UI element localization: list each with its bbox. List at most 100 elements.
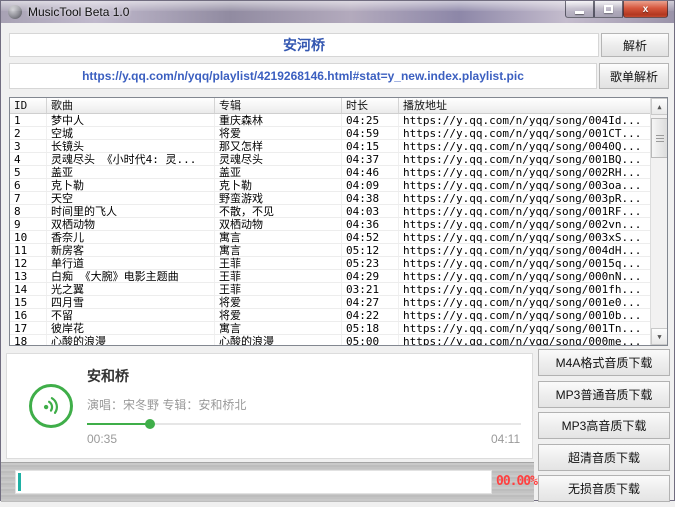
table-row[interactable]: 12 单行道 王菲 05:23 https://y.qq.com/n/yqq/s… <box>10 257 667 270</box>
table-row[interactable]: 8 时间里的飞人 不散，不见 04:03 https://y.qq.com/n/… <box>10 205 667 218</box>
cell-url: https://y.qq.com/n/yqq/song/001e0... <box>399 296 667 308</box>
table-row[interactable]: 5 盖亚 盖亚 04:46 https://y.qq.com/n/yqq/son… <box>10 166 667 179</box>
playlist-url-input[interactable] <box>9 63 597 89</box>
cell-url: https://y.qq.com/n/yqq/song/001Tn... <box>399 322 667 334</box>
cell-id: 5 <box>10 166 47 178</box>
cell-duration: 04:38 <box>342 192 399 204</box>
cell-album: 寓言 <box>215 244 342 256</box>
cell-url: https://y.qq.com/n/yqq/song/0010b... <box>399 309 667 321</box>
cell-song: 天空 <box>47 192 215 204</box>
cell-album: 克卜勒 <box>215 179 342 191</box>
cell-url: https://y.qq.com/n/yqq/song/001RF... <box>399 205 667 217</box>
download-button-0[interactable]: M4A格式音质下载 <box>538 349 670 376</box>
cell-duration: 04:15 <box>342 140 399 152</box>
cell-album: 那又怎样 <box>215 140 342 152</box>
maximize-button[interactable] <box>594 1 623 18</box>
cell-duration: 04:59 <box>342 127 399 139</box>
cell-url: https://y.qq.com/n/yqq/song/002vn... <box>399 218 667 230</box>
table-row[interactable]: 13 白痴 《大腕》电影主题曲 王菲 04:29 https://y.qq.co… <box>10 270 667 283</box>
minimize-icon <box>575 11 584 14</box>
table-row[interactable]: 15 四月雪 将爱 04:27 https://y.qq.com/n/yqq/s… <box>10 296 667 309</box>
cell-url: https://y.qq.com/n/yqq/song/001fh... <box>399 283 667 295</box>
column-header-song[interactable]: 歌曲 <box>47 98 215 113</box>
cell-id: 4 <box>10 153 47 165</box>
cell-url: https://y.qq.com/n/yqq/song/0015q... <box>399 257 667 269</box>
cell-id: 7 <box>10 192 47 204</box>
table-header: ID 歌曲 专辑 时长 播放地址 <box>10 98 667 114</box>
cell-album: 王菲 <box>215 283 342 295</box>
cell-song: 灵魂尽头 《小时代4: 灵... <box>47 153 215 165</box>
cell-id: 11 <box>10 244 47 256</box>
cell-url: https://y.qq.com/n/yqq/song/001BQ... <box>399 153 667 165</box>
cell-album: 寓言 <box>215 322 342 334</box>
download-progress-strip: 00.00% <box>1 462 534 502</box>
download-percent-label: 00.00% <box>496 474 534 489</box>
minimize-button[interactable] <box>565 1 594 18</box>
cell-duration: 05:23 <box>342 257 399 269</box>
column-header-album[interactable]: 专辑 <box>215 98 342 113</box>
table-row[interactable]: 18 心酸的浪漫 心酸的浪漫 05:00 https://y.qq.com/n/… <box>10 335 667 346</box>
elapsed-time: 00:35 <box>87 432 117 446</box>
scrollbar-thumb[interactable] <box>651 118 668 158</box>
cell-song: 香奈儿 <box>47 231 215 243</box>
app-window: MusicTool Beta 1.0 x 解析 歌单解析 ID 歌曲 专辑 时长… <box>0 0 675 501</box>
cell-url: https://y.qq.com/n/yqq/song/004Id... <box>399 114 667 126</box>
cell-id: 3 <box>10 140 47 152</box>
table-row[interactable]: 9 双栖动物 双栖动物 04:36 https://y.qq.com/n/yqq… <box>10 218 667 231</box>
cell-duration: 05:18 <box>342 322 399 334</box>
cell-song: 长镜头 <box>47 140 215 152</box>
cell-song: 时间里的飞人 <box>47 205 215 217</box>
table-row[interactable]: 16 不留 将爱 04:22 https://y.qq.com/n/yqq/so… <box>10 309 667 322</box>
cell-album: 野蛮游戏 <box>215 192 342 204</box>
cell-url: https://y.qq.com/n/yqq/song/003oa... <box>399 179 667 191</box>
scroll-up-icon[interactable]: ▲ <box>651 98 668 115</box>
column-header-id[interactable]: ID <box>10 98 47 113</box>
playlist-parse-button[interactable]: 歌单解析 <box>599 63 669 89</box>
cell-song: 新房客 <box>47 244 215 256</box>
table-row[interactable]: 17 彼岸花 寓言 05:18 https://y.qq.com/n/yqq/s… <box>10 322 667 335</box>
table-row[interactable]: 1 梦中人 重庆森林 04:25 https://y.qq.com/n/yqq/… <box>10 114 667 127</box>
cell-id: 6 <box>10 179 47 191</box>
parse-button[interactable]: 解析 <box>601 33 669 57</box>
now-playing-title: 安和桥 <box>87 366 129 386</box>
cell-duration: 04:09 <box>342 179 399 191</box>
table-row[interactable]: 10 香奈儿 寓言 04:52 https://y.qq.com/n/yqq/s… <box>10 231 667 244</box>
table-row[interactable]: 14 光之翼 王菲 03:21 https://y.qq.com/n/yqq/s… <box>10 283 667 296</box>
download-button-1[interactable]: MP3普通音质下载 <box>538 381 670 408</box>
close-icon: x <box>643 4 649 15</box>
table-row[interactable]: 3 长镜头 那又怎样 04:15 https://y.qq.com/n/yqq/… <box>10 140 667 153</box>
cell-id: 16 <box>10 309 47 321</box>
download-button-4[interactable]: 无损音质下载 <box>538 475 670 502</box>
table-row[interactable]: 11 新房客 寓言 05:12 https://y.qq.com/n/yqq/s… <box>10 244 667 257</box>
song-search-input[interactable] <box>9 33 599 57</box>
table-row[interactable]: 2 空城 将爱 04:59 https://y.qq.com/n/yqq/son… <box>10 127 667 140</box>
cell-id: 13 <box>10 270 47 282</box>
column-header-url[interactable]: 播放地址 <box>399 98 667 113</box>
table-scrollbar[interactable]: ▲ ▼ <box>650 98 667 345</box>
download-button-2[interactable]: MP3高音质下载 <box>538 412 670 439</box>
table-row[interactable]: 7 天空 野蛮游戏 04:38 https://y.qq.com/n/yqq/s… <box>10 192 667 205</box>
cell-song: 盖亚 <box>47 166 215 178</box>
table-row[interactable]: 6 克卜勒 克卜勒 04:09 https://y.qq.com/n/yqq/s… <box>10 179 667 192</box>
title-bar: MusicTool Beta 1.0 x <box>1 1 674 23</box>
cell-id: 17 <box>10 322 47 334</box>
cell-url: https://y.qq.com/n/yqq/song/004dH... <box>399 244 667 256</box>
cell-album: 将爱 <box>215 127 342 139</box>
cell-song: 彼岸花 <box>47 322 215 334</box>
cell-album: 将爱 <box>215 296 342 308</box>
table-row[interactable]: 4 灵魂尽头 《小时代4: 灵... 灵魂尽头 04:37 https://y.… <box>10 153 667 166</box>
scroll-down-icon[interactable]: ▼ <box>651 328 668 345</box>
cell-id: 8 <box>10 205 47 217</box>
player-progress-handle[interactable] <box>145 419 155 429</box>
player-progress-bar[interactable] <box>87 423 521 425</box>
cell-url: https://y.qq.com/n/yqq/song/000me... <box>399 335 667 346</box>
column-header-duration[interactable]: 时长 <box>342 98 399 113</box>
close-button[interactable]: x <box>623 1 668 18</box>
cell-duration: 03:21 <box>342 283 399 295</box>
cell-album: 王菲 <box>215 270 342 282</box>
cell-duration: 04:36 <box>342 218 399 230</box>
download-button-3[interactable]: 超清音质下载 <box>538 444 670 471</box>
cell-url: https://y.qq.com/n/yqq/song/003xS... <box>399 231 667 243</box>
app-icon <box>8 5 22 19</box>
cell-id: 12 <box>10 257 47 269</box>
